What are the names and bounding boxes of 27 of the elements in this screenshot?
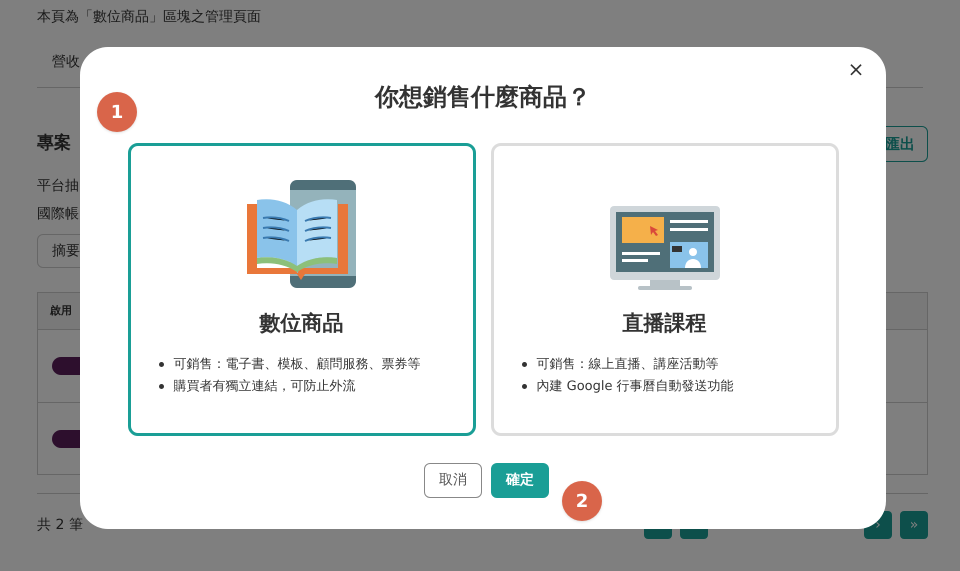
feature-text: 購買者有獨立連結，可防止外流 (174, 378, 356, 396)
info-text: 國際帳 (37, 205, 80, 224)
option-title: 數位商品 (260, 310, 344, 337)
book-phone-icon (246, 180, 356, 290)
total-count: 共 2 筆 (37, 516, 83, 534)
page-description: 本頁為「數位商品」區塊之管理頁面 (37, 8, 262, 27)
bullet-icon (522, 362, 526, 367)
cancel-button[interactable]: 取消 (424, 463, 482, 498)
tab[interactable]: 營收 (52, 54, 80, 70)
monitor-icon (610, 206, 720, 290)
bullet-icon (158, 384, 164, 389)
bullet-icon (522, 384, 526, 389)
column-header: 啟用 (50, 302, 72, 319)
page-button[interactable]: » (900, 511, 928, 539)
step-marker: 1 (97, 92, 137, 132)
option-card[interactable]: 直播課程 可銷售：線上直播、講座活動等 內建 Google 行事曆自動發送功能 (490, 143, 838, 436)
step-marker: 2 (562, 481, 602, 521)
feature-text: 內建 Google 行事曆自動發送功能 (536, 378, 734, 396)
section-title: 專案 (37, 132, 71, 156)
confirm-button[interactable]: 確定 (491, 463, 549, 498)
info-text: 平台抽 (37, 177, 80, 196)
feature-text: 可銷售：線上直播、講座活動等 (536, 356, 718, 374)
option-title: 直播課程 (622, 310, 706, 337)
bullet-icon (158, 362, 164, 367)
dialog-title: 你想銷售什麼商品？ (375, 82, 591, 113)
feature-text: 可銷售：電子書、模板、顧問服務、票券等 (174, 356, 420, 374)
option-card[interactable]: 數位商品 可銷售：電子書、模板、顧問服務、票券等 購買者有獨立連結，可防止外流 (128, 143, 476, 436)
